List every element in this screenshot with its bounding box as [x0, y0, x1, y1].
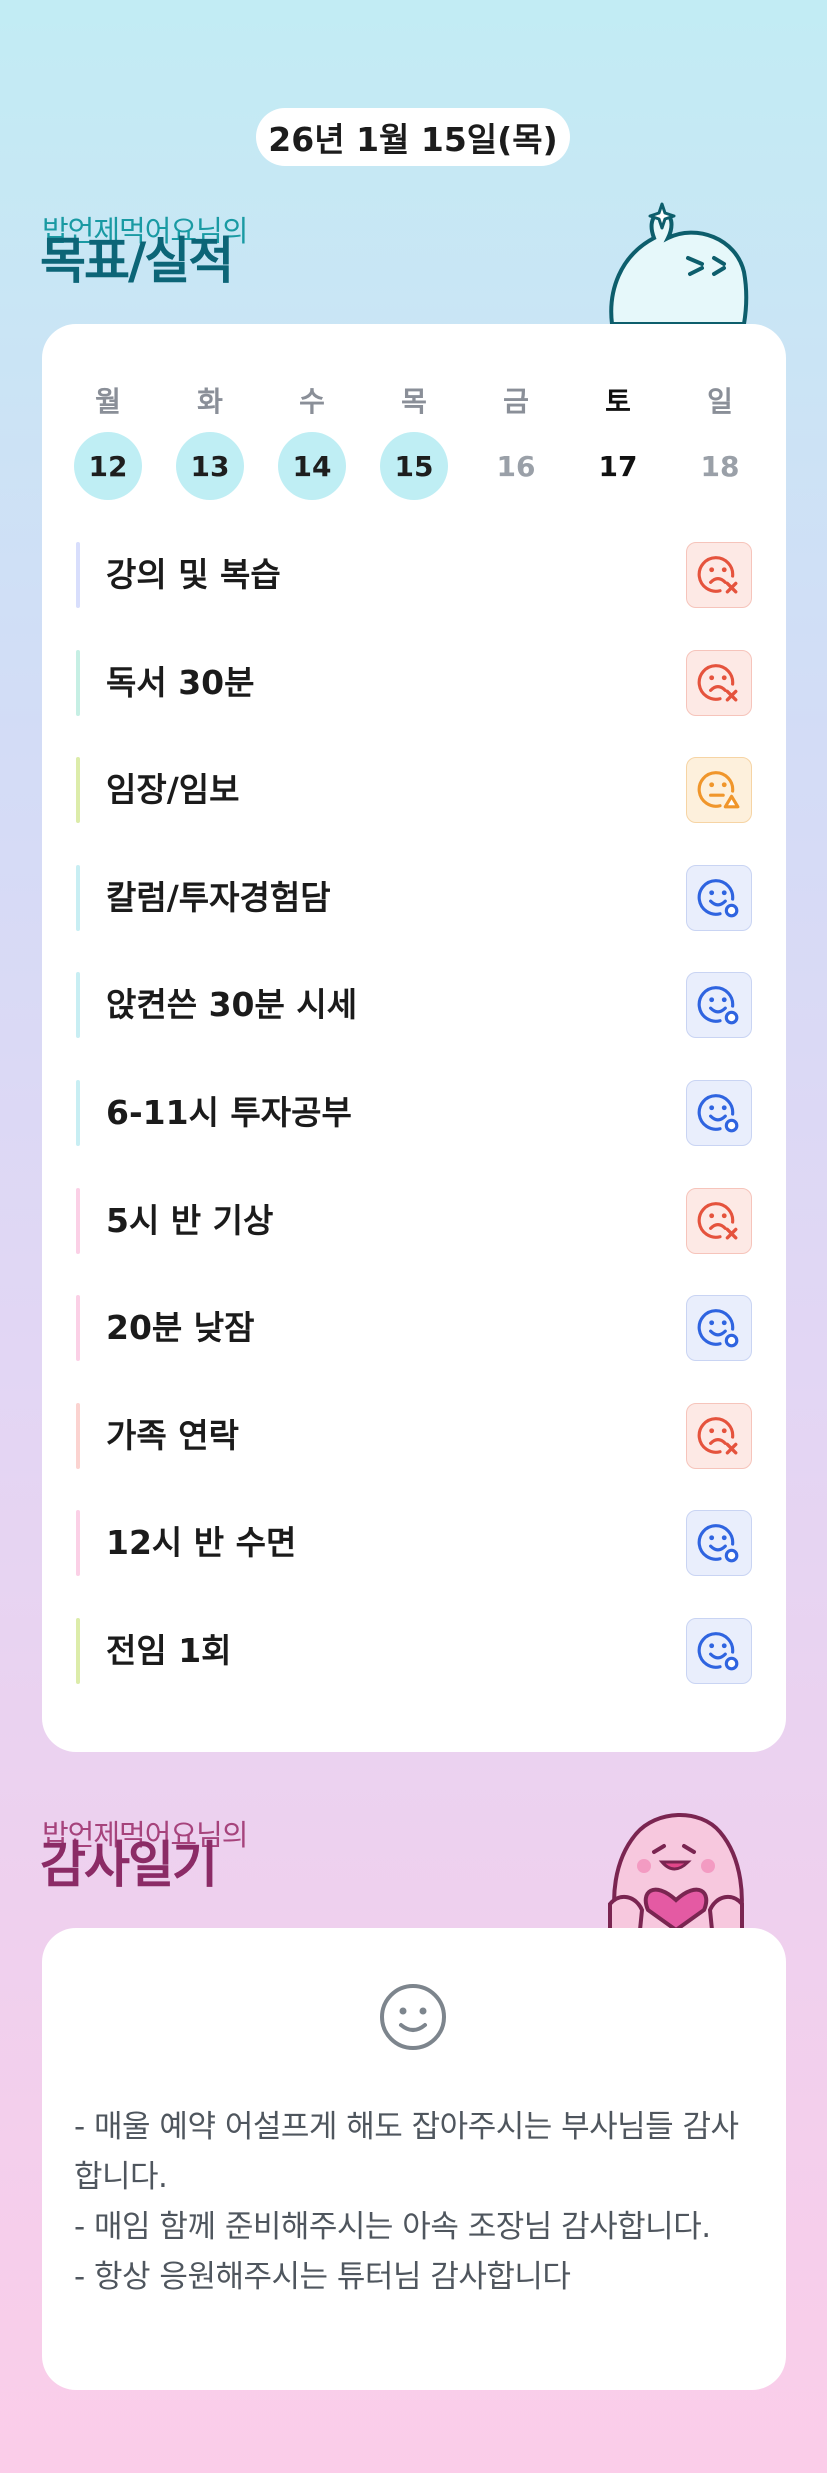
day-number: 18	[700, 449, 740, 483]
goal-row[interactable]: 6-11시 투자공부	[76, 1080, 752, 1146]
sad-x-face-icon[interactable]	[686, 1402, 752, 1469]
goal-label: 칼럼/투자경험담	[106, 877, 331, 917]
goal-color-bar	[76, 1295, 80, 1362]
sad-x-face-icon[interactable]	[686, 649, 752, 716]
goals-title: 목표/실적	[40, 232, 234, 290]
week-strip: 월 12 화 13 수 14 목 15 금 16 토 17 일 18	[42, 324, 786, 524]
date-label: 26년 1월 15일(목)	[268, 120, 558, 159]
goal-label: 임장/임보	[106, 770, 240, 810]
goal-row[interactable]: 12시 반 수면	[76, 1510, 752, 1577]
smile-face-icon	[380, 1984, 446, 2050]
sad-x-face-icon[interactable]	[686, 1187, 752, 1254]
weekday-label: 금	[503, 385, 529, 418]
day-number: 17	[598, 449, 638, 483]
weekday-label: 토	[605, 385, 631, 418]
day-number: 16	[496, 449, 536, 483]
goal-row[interactable]: 칼럼/투자경험담	[76, 864, 752, 931]
goal-label: 독서 30분	[106, 662, 255, 702]
weekday-label: 목	[401, 385, 427, 418]
goal-color-bar	[76, 649, 80, 716]
goal-label: 20분 낮잠	[106, 1308, 255, 1348]
day-number: 14	[278, 432, 346, 500]
date-pill[interactable]: 26년 1월 15일(목)	[256, 108, 570, 166]
goal-color-bar	[76, 757, 80, 824]
gratitude-text: - 매울 예약 어설프게 해도 잡아주시는 부사님들 감사합니다. - 매임 함…	[74, 2102, 764, 2302]
goals-card: 월 12 화 13 수 14 목 15 금 16 토 17 일 18 강의 및 복습 독서 30분 임장/…	[42, 324, 786, 1752]
day-number: 12	[74, 432, 142, 500]
goal-row[interactable]: 5시 반 기상	[76, 1187, 752, 1254]
neutral-triangle-face-icon[interactable]	[686, 757, 752, 824]
gratitude-line: - 항상 응원해주시는 튜터님 감사합니다	[74, 2259, 571, 2295]
weekday-label: 월	[95, 385, 121, 418]
goal-color-bar	[76, 972, 80, 1039]
weekday-label: 수	[299, 385, 325, 418]
goal-row[interactable]: 가족 연락	[76, 1402, 752, 1469]
smile-circle-face-icon[interactable]	[686, 1618, 752, 1684]
gratitude-title: 감사일기	[40, 1836, 218, 1894]
goal-color-bar	[76, 542, 80, 608]
weekday-label: 일	[707, 385, 733, 418]
smile-circle-face-icon[interactable]	[686, 972, 752, 1039]
ghost-mascot-icon	[609, 202, 749, 324]
smile-circle-face-icon[interactable]	[686, 1295, 752, 1362]
day-number: 13	[176, 432, 244, 500]
goal-color-bar	[76, 1618, 80, 1684]
goal-color-bar	[76, 1080, 80, 1146]
goal-label: 전임 1회	[106, 1631, 232, 1670]
goal-color-bar	[76, 1187, 80, 1254]
goal-label: 5시 반 기상	[106, 1200, 274, 1240]
weekday-label: 화	[197, 385, 223, 418]
goal-color-bar	[76, 864, 80, 931]
gratitude-card: - 매울 예약 어설프게 해도 잡아주시는 부사님들 감사합니다. - 매임 함…	[42, 1928, 786, 2390]
goal-label: 12시 반 수면	[106, 1523, 297, 1563]
goal-row[interactable]: 20분 낮잠	[76, 1295, 752, 1362]
goal-row[interactable]: 강의 및 복습	[76, 542, 752, 608]
goal-label: 6-11시 투자공부	[106, 1093, 352, 1132]
goal-row[interactable]: 앉켠쓴 30분 시세	[76, 972, 752, 1039]
gratitude-line: - 매울 예약 어설프게 해도 잡아주시는 부사님들 감사합니다.	[74, 2109, 739, 2195]
day-number: 15	[380, 432, 448, 500]
goal-row[interactable]: 임장/임보	[76, 757, 752, 824]
goal-label: 앉켠쓴 30분 시세	[106, 985, 358, 1025]
goal-color-bar	[76, 1402, 80, 1469]
goal-color-bar	[76, 1510, 80, 1577]
heart-mascot-icon	[608, 1813, 744, 1930]
goal-label: 강의 및 복습	[106, 555, 281, 594]
smile-circle-face-icon[interactable]	[686, 1510, 752, 1577]
goal-row[interactable]: 전임 1회	[76, 1618, 752, 1684]
goal-row[interactable]: 독서 30분	[76, 649, 752, 716]
goal-label: 가족 연락	[106, 1415, 239, 1455]
smile-circle-face-icon[interactable]	[686, 864, 752, 931]
sad-x-face-icon[interactable]	[686, 542, 752, 608]
gratitude-line: - 매임 함께 준비해주시는 아속 조장님 감사합니다.	[74, 2209, 711, 2245]
smile-circle-face-icon[interactable]	[686, 1080, 752, 1146]
